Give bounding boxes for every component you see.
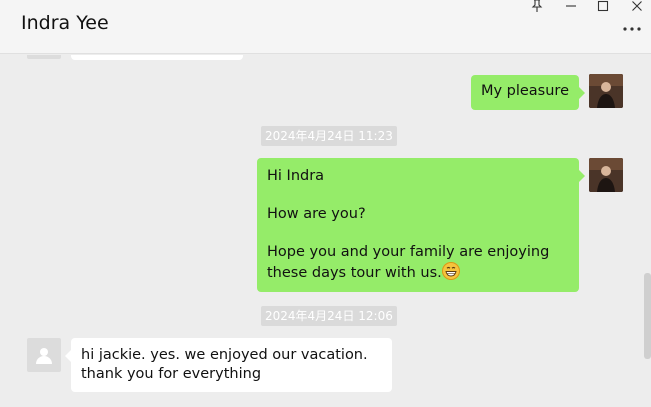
message-line: Hi Indra [267, 168, 325, 184]
message-bubble-sent[interactable]: Hi Indra How are you? Hope you and your … [257, 158, 585, 292]
pin-icon[interactable] [526, 0, 548, 14]
close-icon[interactable] [626, 0, 648, 14]
contact-avatar[interactable] [27, 55, 61, 59]
message-bubble-partial[interactable] [71, 55, 243, 60]
default-user-icon [36, 348, 52, 364]
contact-avatar[interactable] [27, 338, 61, 372]
chat-window: Indra Yee My pleasure 2024年4月24日 11:23 H… [0, 0, 651, 407]
chat-header: Indra Yee [0, 0, 651, 54]
my-avatar[interactable] [589, 158, 623, 192]
message-line: How are you? [267, 206, 366, 222]
message-timestamp: 2024年4月24日 12:06 [261, 306, 397, 326]
message-list[interactable]: My pleasure 2024年4月24日 11:23 Hi Indra Ho… [0, 55, 651, 407]
message-text: My pleasure [480, 83, 569, 99]
more-icon[interactable] [621, 22, 643, 36]
message-timestamp: 2024年4月24日 11:23 [261, 126, 397, 146]
scrollbar-thumb[interactable] [644, 273, 651, 359]
grinning-face-emoji [441, 262, 460, 280]
minimize-icon[interactable] [560, 0, 582, 14]
message-line: Hope you and your family are enjoying th… [267, 244, 550, 281]
maximize-icon[interactable] [592, 0, 614, 14]
message-bubble-received[interactable]: hi jackie. yes. we enjoyed our vacation.… [65, 338, 392, 392]
message-text: hi jackie. yes. we enjoyed our vacation.… [81, 347, 368, 382]
message-bubble-sent[interactable]: My pleasure [470, 75, 586, 110]
my-avatar[interactable] [589, 74, 623, 108]
contact-name: Indra Yee [21, 12, 109, 34]
